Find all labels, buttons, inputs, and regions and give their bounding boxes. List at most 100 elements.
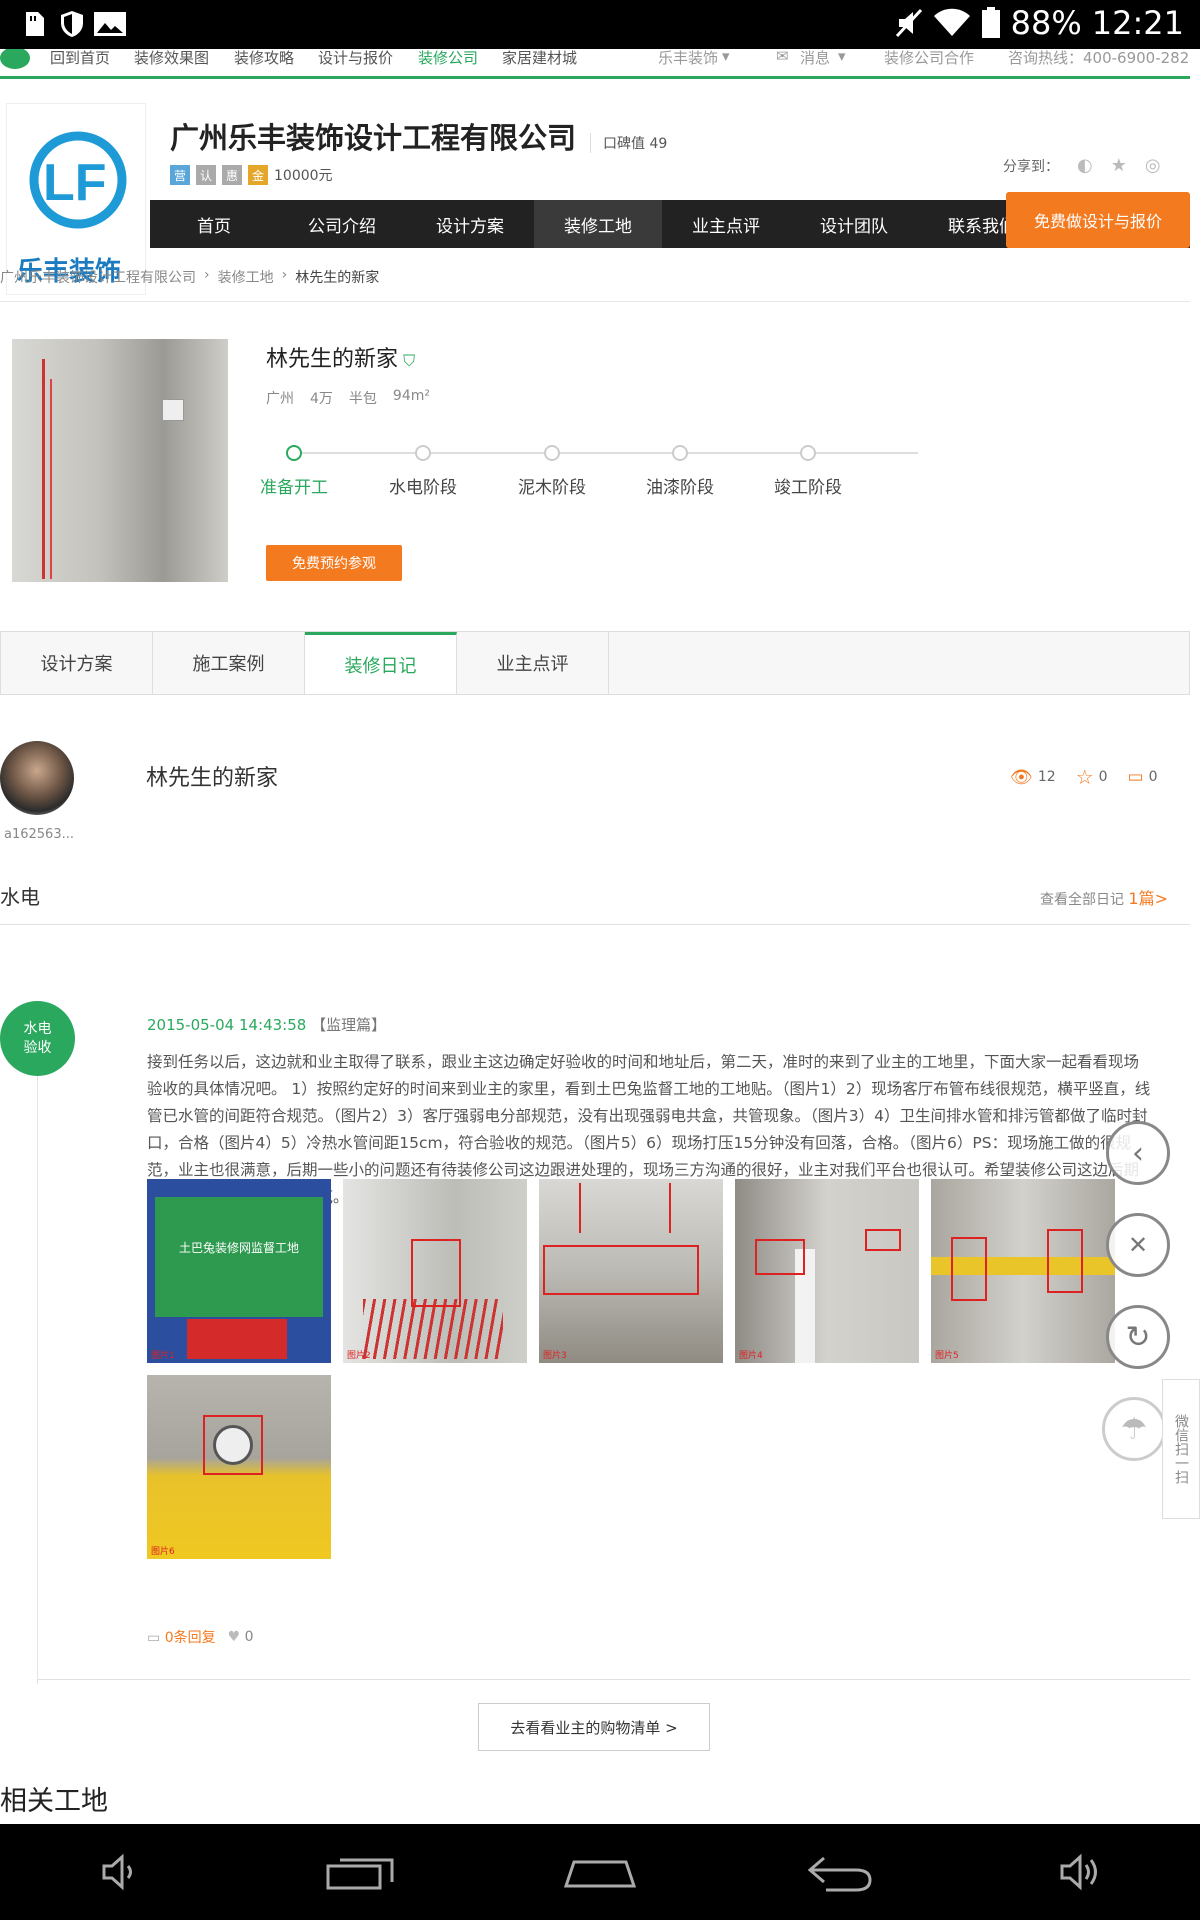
share-label: 分享到： <box>1003 158 1059 175</box>
photo-1[interactable]: 土巴兔装修网监督工地 图片1 <box>147 1179 331 1363</box>
umbrella-float-button[interactable]: ☂ <box>1102 1397 1166 1461</box>
photo-6[interactable]: 图片6 <box>147 1375 331 1559</box>
chat-icon[interactable]: ◎ <box>1145 155 1161 176</box>
tab-diary[interactable]: 装修日记 <box>305 632 457 694</box>
stage-label: 水电阶段 <box>389 478 457 498</box>
top-nav-partner[interactable]: 装修公司合作 <box>884 49 974 68</box>
koubei-score: 口碑值 49 <box>590 133 667 153</box>
photo-3[interactable]: 图片3 <box>539 1179 723 1363</box>
comment-icon[interactable]: ▭ <box>1128 767 1144 787</box>
view-all-diary-link[interactable]: 查看全部日记 1篇> <box>1040 885 1168 909</box>
chevron-right-icon: › <box>204 267 210 283</box>
volume-down-icon <box>102 1853 132 1891</box>
top-nav-companies[interactable]: 装修公司 <box>418 49 478 68</box>
photo-4[interactable]: 图片4 <box>735 1179 919 1363</box>
diary-count: 1篇> <box>1128 889 1168 908</box>
reply-link[interactable]: ▭ 0条回复 <box>147 1627 216 1647</box>
photo-2[interactable]: 图片2 <box>343 1179 527 1363</box>
wechat-scan-tab[interactable]: 微信扫一扫 <box>1162 1379 1200 1519</box>
back-button[interactable] <box>790 1842 890 1902</box>
star-outline-icon[interactable]: ☆ <box>1076 765 1094 789</box>
top-nav-messages[interactable]: 消息 <box>800 49 830 68</box>
image-icon <box>94 12 126 36</box>
avatar[interactable] <box>0 741 74 815</box>
stage-painting[interactable]: 油漆阶段 <box>630 439 730 498</box>
nav-sites[interactable]: 装修工地 <box>534 200 662 248</box>
stage-dot <box>672 445 688 461</box>
volume-down-button[interactable] <box>70 1842 170 1902</box>
company-badges: 营 认 惠 金 10000元 <box>170 165 333 185</box>
project-cover-image[interactable] <box>12 339 228 582</box>
stage-plumbing[interactable]: 水电阶段 <box>373 439 473 498</box>
timeline-line <box>37 1054 38 1684</box>
shield-icon <box>61 11 83 37</box>
nav-designs[interactable]: 设计方案 <box>406 200 534 248</box>
site-logo-icon[interactable] <box>0 49 30 69</box>
stage-badge: 水电 验收 <box>0 1001 75 1076</box>
breadcrumb-sites[interactable]: 装修工地 <box>218 267 274 287</box>
breadcrumb-current: 林先生的新家 <box>295 270 380 286</box>
badge-certified[interactable]: 认 <box>196 165 216 185</box>
tab-reviews[interactable]: 业主点评 <box>457 632 609 694</box>
tab-cases[interactable]: 施工案例 <box>153 632 305 694</box>
entry-actions: ▭ 0条回复 ♥ 0 <box>147 1627 254 1647</box>
top-nav-guide[interactable]: 装修攻略 <box>234 49 294 68</box>
nav-team[interactable]: 设计团队 <box>790 200 918 248</box>
mail-icon: ✉ <box>776 49 789 65</box>
project-title-text: 林先生的新家 <box>266 347 399 372</box>
badge-deposit[interactable]: 金 <box>248 165 268 185</box>
top-nav-home[interactable]: 回到首页 <box>50 49 110 68</box>
back-arrow-icon <box>807 1856 872 1892</box>
free-design-quote-button[interactable]: 免费做设计与报价 <box>1006 192 1190 248</box>
project-title: 林先生的新家 ⛉ <box>266 341 415 373</box>
android-nav-bar <box>0 1824 1200 1920</box>
project-budget: 4万 <box>310 391 333 407</box>
top-nav-materials[interactable]: 家居建材城 <box>502 49 577 68</box>
nav-home[interactable]: 首页 <box>150 200 278 248</box>
favorites-count: 0 <box>1098 769 1108 785</box>
username[interactable]: a162563... <box>4 827 74 842</box>
top-nav-effects[interactable]: 装修效果图 <box>134 49 209 68</box>
top-nav-quote[interactable]: 设计与报价 <box>318 49 393 68</box>
battery-percent: 88% <box>1010 4 1082 42</box>
home-button[interactable] <box>550 1842 650 1902</box>
photo-label: 图片4 <box>739 1351 763 1361</box>
photo-label: 图片2 <box>347 1351 371 1361</box>
stage-badge-line1: 水电 <box>23 1021 52 1038</box>
like-button[interactable]: ♥ 0 <box>228 1629 254 1645</box>
chevron-left-icon: ‹ <box>1132 1135 1144 1171</box>
breadcrumb-company[interactable]: 广州乐丰装饰设计工程有限公司 <box>0 267 196 287</box>
stage-dot <box>800 445 816 461</box>
photo-label: 图片1 <box>151 1351 175 1361</box>
back-float-button[interactable]: ‹ <box>1106 1121 1170 1185</box>
top-nav-user[interactable]: 乐丰装饰 <box>658 49 718 68</box>
shopping-list-button[interactable]: 去看看业主的购物清单 > <box>478 1703 710 1751</box>
volume-up-button[interactable] <box>1030 1842 1130 1902</box>
stage-prepare[interactable]: 准备开工 <box>244 439 344 498</box>
close-icon: ✕ <box>1127 1231 1149 1259</box>
badge-discount[interactable]: 惠 <box>222 165 242 185</box>
related-sites-title: 相关工地 <box>0 1786 108 1817</box>
recent-apps-button[interactable] <box>310 1842 410 1902</box>
stage-label: 准备开工 <box>260 478 328 498</box>
stage-carpentry[interactable]: 泥木阶段 <box>502 439 602 498</box>
sd-card-icon <box>26 12 44 36</box>
section-title: 水电 <box>0 885 40 909</box>
weibo-icon[interactable]: ◐ <box>1077 155 1093 176</box>
refresh-float-button[interactable]: ↻ <box>1106 1305 1170 1369</box>
close-float-button[interactable]: ✕ <box>1106 1213 1170 1277</box>
tab-designs[interactable]: 设计方案 <box>1 632 153 694</box>
book-visit-button[interactable]: 免费预约参观 <box>266 545 402 581</box>
star-icon[interactable]: ★ <box>1111 155 1127 176</box>
breadcrumb: 广州乐丰装饰设计工程有限公司 › 装修工地 › 林先生的新家 <box>0 267 379 287</box>
eye-icon: 👁 <box>1010 766 1033 788</box>
badge-business[interactable]: 营 <box>170 165 190 185</box>
chevron-down-icon: ▾ <box>722 49 730 65</box>
project-meta: 广州 4万 半包 94m² <box>266 388 430 408</box>
nav-about[interactable]: 公司介绍 <box>278 200 406 248</box>
battery-icon <box>981 7 1000 38</box>
stage-complete[interactable]: 竣工阶段 <box>758 439 858 498</box>
nav-reviews[interactable]: 业主点评 <box>662 200 790 248</box>
photo-5[interactable]: 图片5 <box>931 1179 1115 1363</box>
project-package: 半包 <box>348 391 377 407</box>
